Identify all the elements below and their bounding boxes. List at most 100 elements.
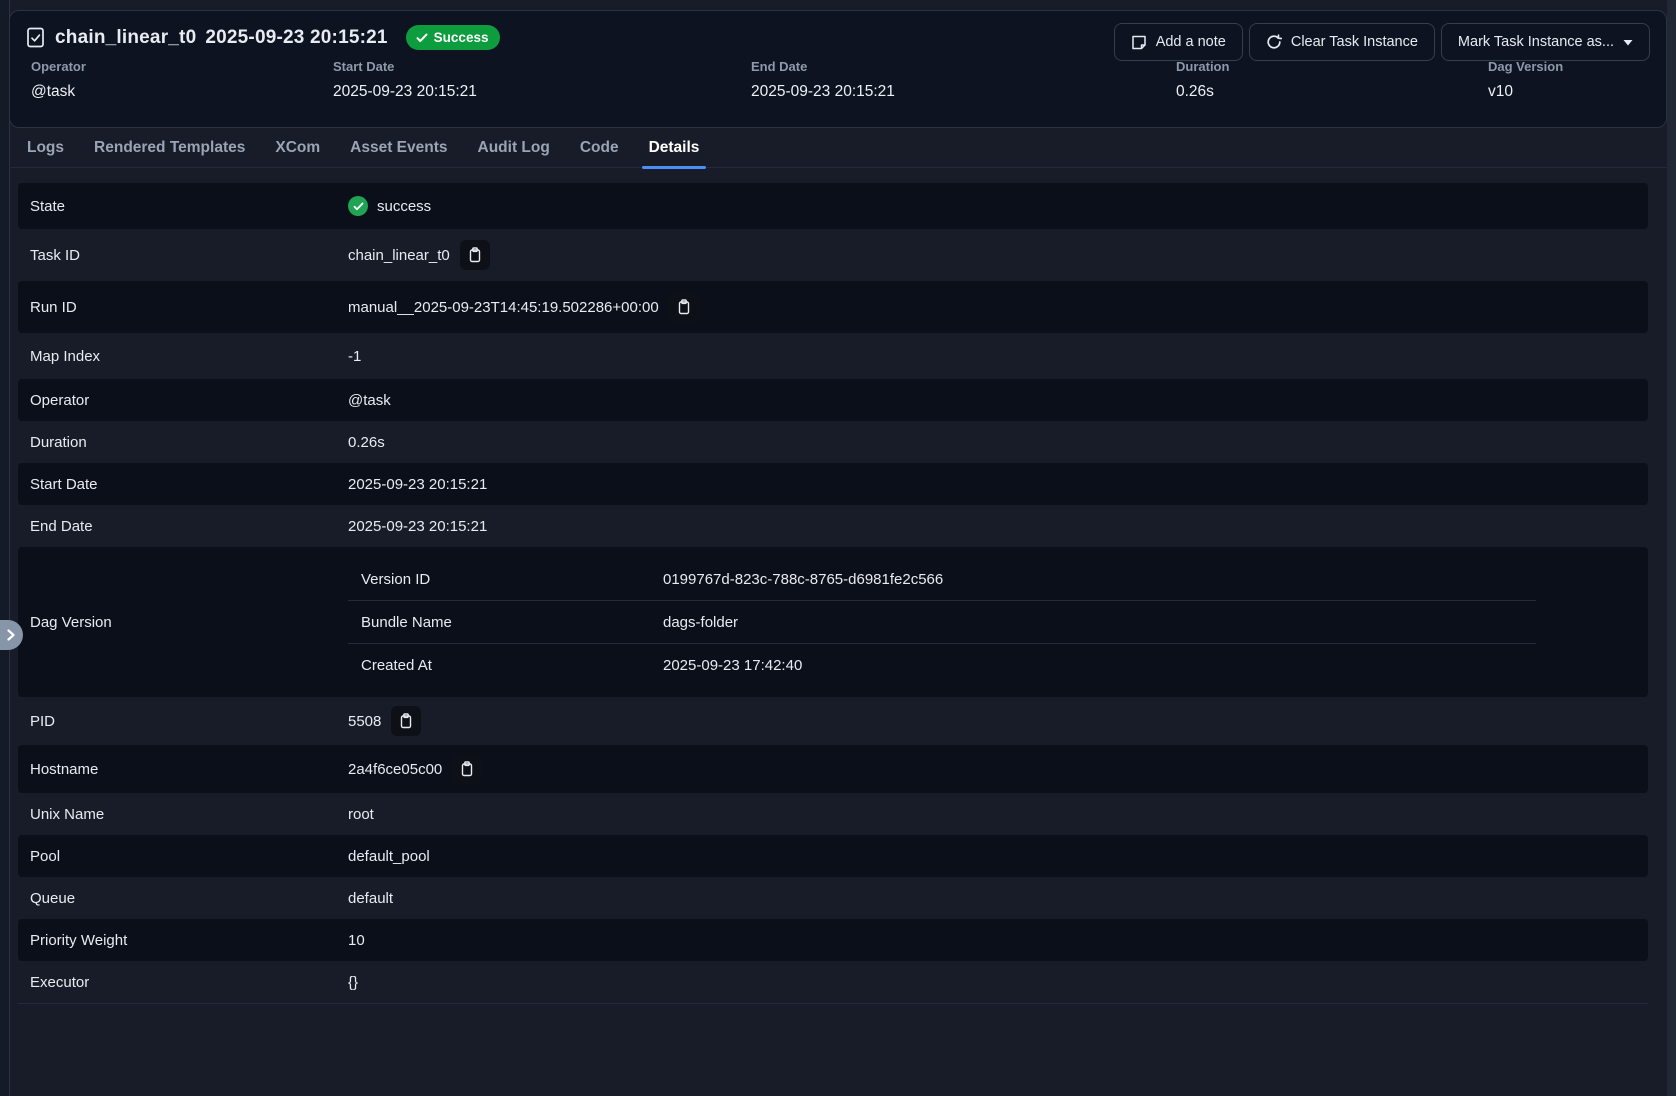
row-label: Task ID	[18, 247, 348, 264]
row-value: default_pool	[348, 848, 430, 865]
table-row-queue: Queue default	[18, 877, 1648, 919]
clipboard-icon	[399, 713, 413, 729]
row-label: Queue	[18, 890, 348, 907]
add-note-label: Add a note	[1156, 34, 1226, 50]
status-badge-label: Success	[434, 30, 489, 45]
meta-end-date: End Date 2025-09-23 20:15:21	[751, 59, 895, 101]
mark-task-instance-as-dropdown[interactable]: Mark Task Instance as...	[1441, 23, 1650, 61]
table-row-pool: Pool default_pool	[18, 835, 1648, 877]
meta-dag-version-label: Dag Version	[1488, 59, 1563, 74]
nested-row-label: Version ID	[348, 571, 663, 588]
tab-code[interactable]: Code	[573, 128, 626, 167]
clipboard-icon	[677, 299, 691, 315]
row-value: default	[348, 890, 393, 907]
nested-row-value: 2025-09-23 17:42:40	[663, 657, 802, 674]
table-row-operator: Operator @task	[18, 379, 1648, 421]
row-label: Run ID	[18, 299, 348, 316]
table-row-task-id: Task ID chain_linear_t0	[18, 229, 1648, 281]
vertical-scrollbar[interactable]	[1667, 0, 1676, 1096]
row-value: @task	[348, 392, 391, 409]
details-table: State success Task ID chain_linear_t0 Ru…	[18, 183, 1648, 1004]
task-doc-icon	[26, 27, 45, 48]
copy-task-id-button[interactable]	[460, 240, 490, 270]
copy-hostname-button[interactable]	[452, 754, 482, 784]
row-value: root	[348, 806, 374, 823]
table-row-duration: Duration 0.26s	[18, 421, 1648, 463]
row-label: Duration	[18, 434, 348, 451]
tab-rendered-templates[interactable]: Rendered Templates	[87, 128, 252, 167]
clear-task-instance-label: Clear Task Instance	[1291, 34, 1418, 50]
nested-row-created-at: Created At 2025-09-23 17:42:40	[348, 644, 1536, 686]
row-label: Executor	[18, 974, 348, 991]
row-value: 10	[348, 932, 365, 949]
row-value: 0.26s	[348, 434, 385, 451]
row-value: 2025-09-23 20:15:21	[348, 476, 487, 493]
tab-xcom[interactable]: XCom	[268, 128, 327, 167]
row-label: Hostname	[18, 761, 348, 778]
table-row-run-id: Run ID manual__2025-09-23T14:45:19.50228…	[18, 281, 1648, 333]
row-value: 5508	[348, 713, 381, 730]
nested-row-label: Created At	[348, 657, 663, 674]
row-label: Dag Version	[18, 614, 348, 631]
clear-task-instance-button[interactable]: Clear Task Instance	[1249, 23, 1435, 61]
row-label: Unix Name	[18, 806, 348, 823]
row-value: success	[377, 198, 431, 215]
meta-duration: Duration 0.26s	[1176, 59, 1229, 101]
table-row-hostname: Hostname 2a4f6ce05c00	[18, 745, 1648, 793]
row-label: PID	[18, 713, 348, 730]
table-row-executor: Executor {}	[18, 961, 1648, 1003]
meta-operator-value: @task	[31, 83, 86, 101]
copy-run-id-button[interactable]	[669, 292, 699, 322]
table-row-start-date: Start Date 2025-09-23 20:15:21	[18, 463, 1648, 505]
meta-start-date-label: Start Date	[333, 59, 477, 74]
mark-task-instance-as-label: Mark Task Instance as...	[1458, 34, 1614, 50]
row-label: Priority Weight	[18, 932, 348, 949]
title-row: chain_linear_t0 2025-09-23 20:15:21 Succ…	[26, 25, 500, 50]
dag-version-nested-table: Version ID 0199767d-823c-788c-8765-d6981…	[348, 558, 1536, 686]
table-row-dag-version: Dag Version Version ID 0199767d-823c-788…	[18, 547, 1648, 697]
refresh-icon	[1266, 34, 1282, 50]
nested-row-bundle-name: Bundle Name dags-folder	[348, 601, 1536, 644]
row-value: -1	[348, 348, 361, 365]
tab-asset-events[interactable]: Asset Events	[343, 128, 454, 167]
check-icon	[416, 33, 428, 43]
row-label: Pool	[18, 848, 348, 865]
table-row-state: State success	[18, 183, 1648, 229]
copy-pid-button[interactable]	[391, 706, 421, 736]
meta-start-date: Start Date 2025-09-23 20:15:21	[333, 59, 477, 101]
nested-row-version-id: Version ID 0199767d-823c-788c-8765-d6981…	[348, 558, 1536, 601]
tab-audit-log[interactable]: Audit Log	[471, 128, 557, 167]
task-instance-header-panel: chain_linear_t0 2025-09-23 20:15:21 Succ…	[9, 10, 1667, 128]
table-row-end-date: End Date 2025-09-23 20:15:21	[18, 505, 1648, 547]
row-label: End Date	[18, 518, 348, 535]
table-row-map-index: Map Index -1	[18, 333, 1648, 379]
success-state-icon	[348, 196, 368, 216]
meta-end-date-label: End Date	[751, 59, 895, 74]
table-row-unix-name: Unix Name root	[18, 793, 1648, 835]
row-value: manual__2025-09-23T14:45:19.502286+00:00	[348, 299, 659, 316]
row-label: State	[18, 198, 348, 215]
meta-dag-version: Dag Version v10	[1488, 59, 1563, 101]
meta-dag-version-value: v10	[1488, 83, 1563, 101]
row-value: 2a4f6ce05c00	[348, 761, 442, 778]
run-timestamp-title: 2025-09-23 20:15:21	[205, 27, 387, 49]
row-label: Operator	[18, 392, 348, 409]
meta-operator: Operator @task	[31, 59, 86, 101]
row-label: Map Index	[18, 348, 348, 365]
add-note-button[interactable]: Add a note	[1114, 23, 1243, 61]
row-label: Start Date	[18, 476, 348, 493]
status-badge: Success	[406, 25, 501, 50]
caret-down-icon	[1623, 39, 1633, 46]
page-title: chain_linear_t0 2025-09-23 20:15:21	[55, 27, 388, 49]
table-row-priority-weight: Priority Weight 10	[18, 919, 1648, 961]
note-icon	[1131, 34, 1147, 51]
row-value: {}	[348, 974, 358, 991]
tabbar: Logs Rendered Templates XCom Asset Event…	[9, 128, 1667, 168]
clipboard-icon	[468, 247, 482, 263]
task-id-title: chain_linear_t0	[55, 27, 196, 49]
meta-duration-label: Duration	[1176, 59, 1229, 74]
tab-details[interactable]: Details	[642, 128, 707, 167]
chevron-right-icon	[6, 629, 16, 641]
tab-logs[interactable]: Logs	[20, 128, 71, 167]
nested-row-label: Bundle Name	[348, 614, 663, 631]
